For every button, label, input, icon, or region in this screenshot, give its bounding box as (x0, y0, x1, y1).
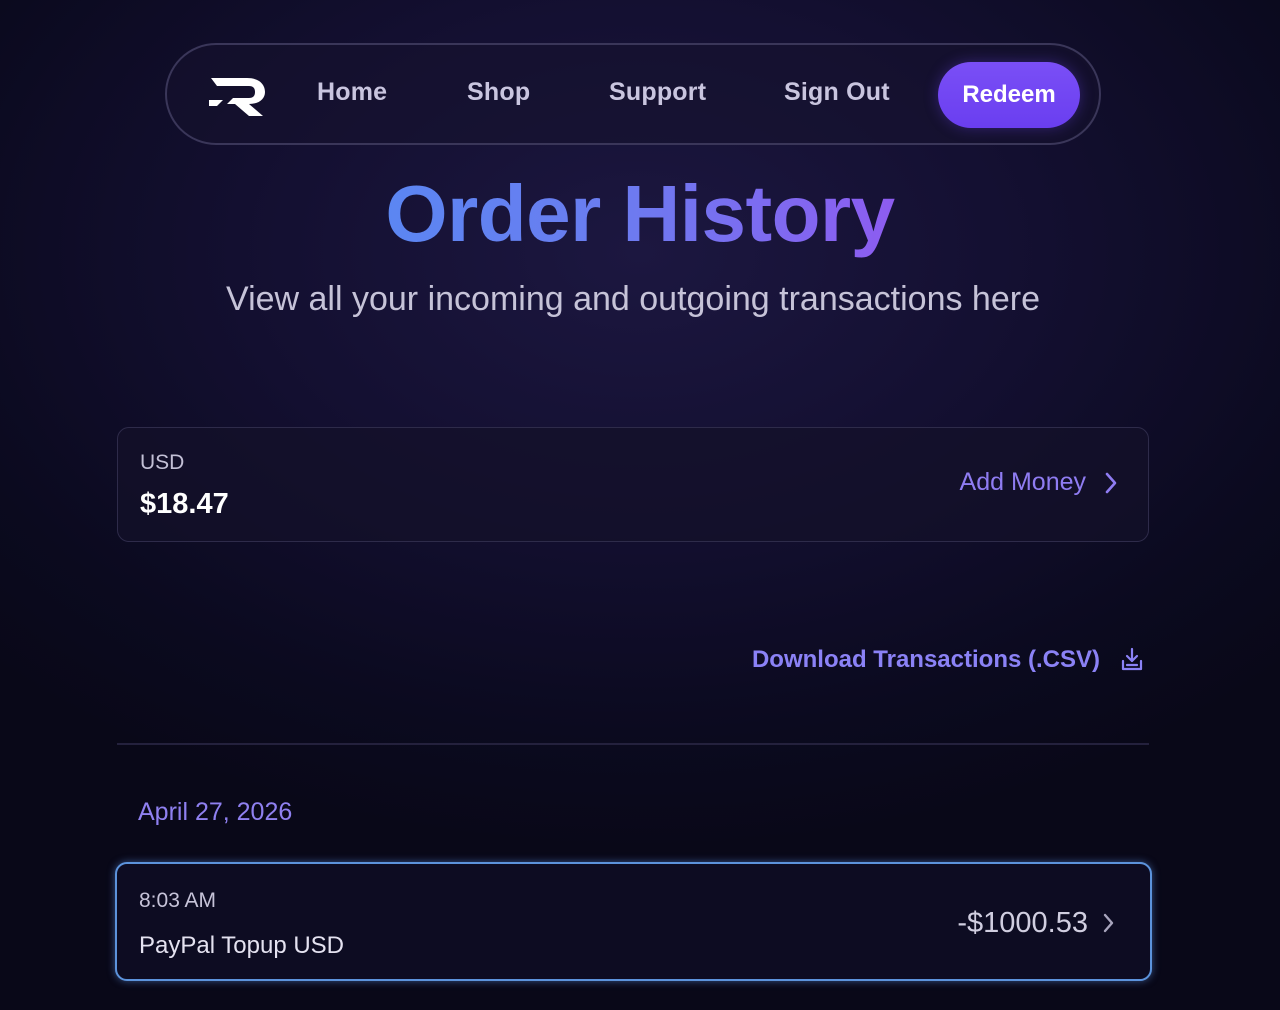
nav-link-shop[interactable]: Shop (467, 78, 530, 107)
nav-link-home[interactable]: Home (317, 78, 387, 107)
balance-card: USD $18.47 Add Money (117, 427, 1149, 542)
transaction-time: 8:03 AM (139, 889, 217, 912)
transaction-row[interactable]: 8:03 AM PayPal Topup USD -$1000.53 (115, 862, 1152, 981)
page-title: Order History (0, 168, 1280, 260)
chevron-right-icon (1103, 913, 1114, 933)
balance-amount: $18.47 (140, 488, 229, 520)
nav-link-support[interactable]: Support (609, 78, 706, 107)
section-divider (117, 743, 1149, 745)
transaction-date-heading: April 27, 2026 (138, 798, 293, 826)
add-money-label: Add Money (959, 468, 1086, 496)
chevron-right-icon (1105, 472, 1117, 493)
balance-currency: USD (140, 451, 185, 474)
redeem-button[interactable]: Redeem (938, 62, 1080, 128)
top-nav: Home Shop Support Sign Out Redeem (165, 43, 1101, 145)
download-icon (1121, 647, 1143, 671)
download-transactions-button[interactable]: Download Transactions (.CSV) (752, 646, 1146, 674)
download-transactions-label: Download Transactions (.CSV) (751, 646, 1100, 673)
add-money-button[interactable]: Add Money (960, 468, 1118, 497)
nav-link-sign-out[interactable]: Sign Out (784, 78, 890, 107)
page-title-text: Order History (385, 169, 895, 258)
page-subtitle: View all your incoming and outgoing tran… (226, 280, 1040, 318)
transaction-description: PayPal Topup USD (139, 932, 345, 959)
transaction-amount: -$1000.53 (957, 907, 1088, 939)
r-logo-icon[interactable] (209, 74, 267, 118)
